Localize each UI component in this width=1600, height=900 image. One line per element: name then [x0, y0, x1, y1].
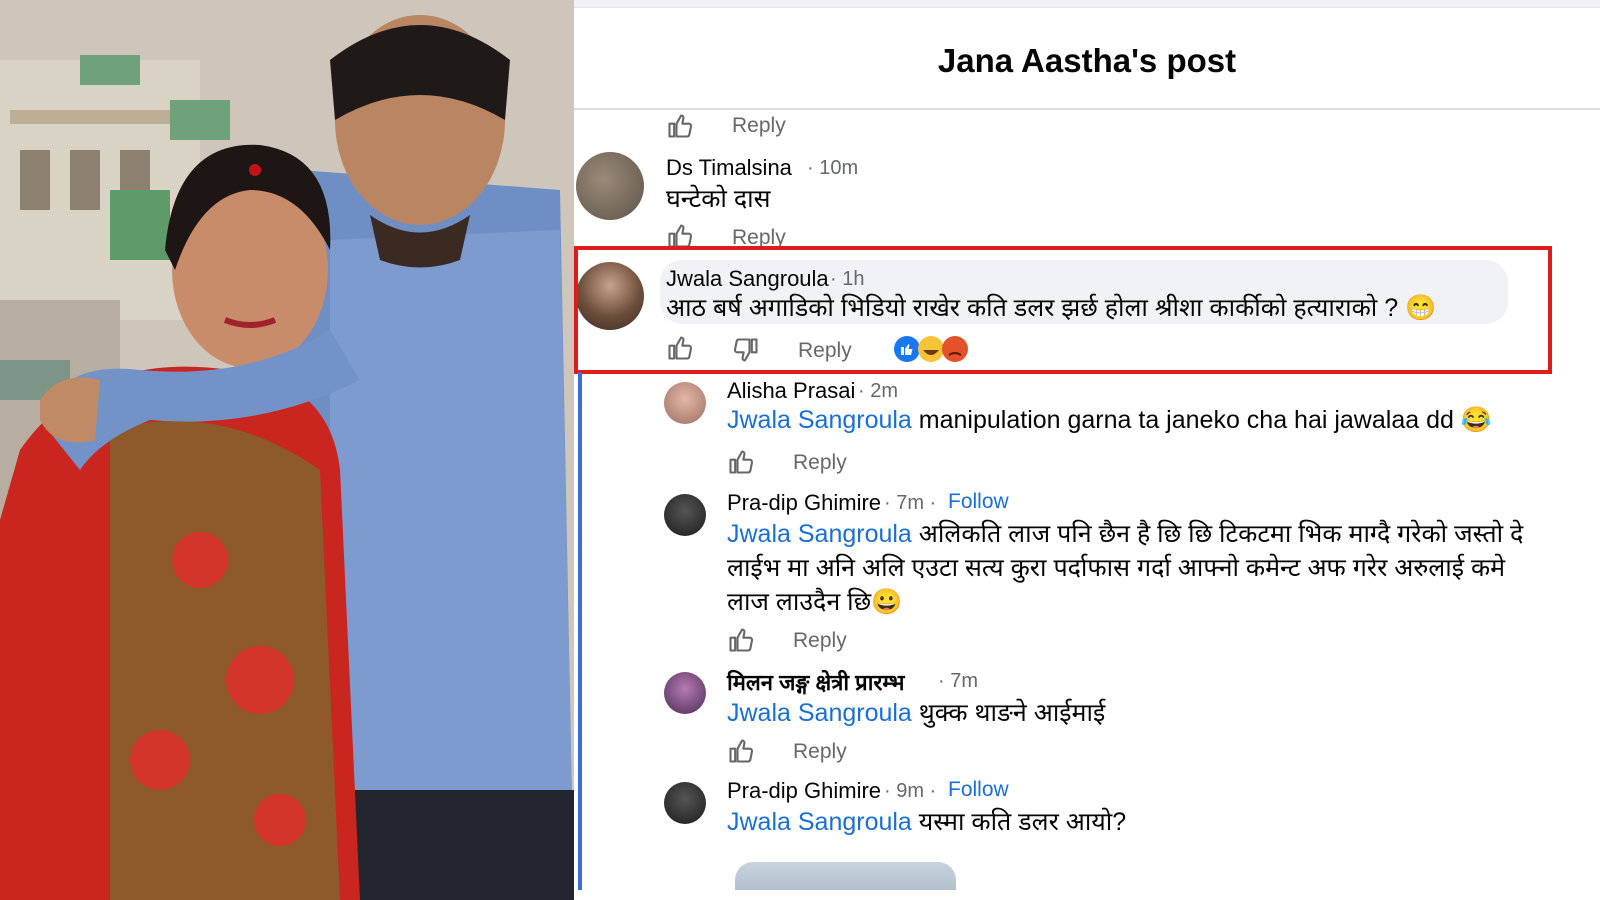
like-icon[interactable] [666, 112, 694, 140]
comment-time[interactable]: · 9m · [884, 780, 936, 803]
commenter-name[interactable]: Ds Timalsina [666, 155, 792, 181]
commenter-name[interactable]: मिलन जङ्ग क्षेत्री प्रारम्भ [727, 667, 904, 697]
mention-link[interactable]: Jwala Sangroula [727, 808, 912, 836]
follow-button[interactable]: Follow [948, 778, 1009, 802]
mention-link[interactable]: Jwala Sangroula [727, 520, 912, 548]
comment-text-body: अलिकति लाज पनि छैन है छि छि टिकटमा भिक म… [911, 520, 1524, 548]
avatar[interactable] [664, 782, 706, 824]
like-icon[interactable] [727, 737, 755, 765]
mention-link[interactable]: Jwala Sangroula [727, 699, 912, 727]
avatar[interactable] [576, 152, 644, 220]
screenshot-root: Jana Aastha's post Reply Ds Timalsina · … [0, 0, 1600, 900]
reply-button[interactable]: Reply [793, 451, 847, 475]
post-comments-panel: Jana Aastha's post Reply Ds Timalsina · … [574, 0, 1600, 900]
avatar[interactable] [664, 494, 706, 536]
comment-text: Jwala Sangroula manipulation garna ta ja… [727, 406, 1492, 435]
comment-text: Jwala Sangroula थुक्क थाङने आईमाई [727, 695, 1105, 729]
smile-emoji-icon: 😀 [871, 588, 903, 616]
bottom-edge [574, 890, 1600, 900]
comment-text-line: Jwala Sangroula अलिकति लाज पनि छैन है छि… [727, 516, 1523, 550]
thread-line [578, 372, 582, 900]
reply-button[interactable]: Reply [732, 114, 786, 138]
comment-text-body: लाज लाउदैन छि [727, 588, 872, 616]
commenter-name[interactable]: Pra-dip Ghimire [727, 778, 881, 804]
comment-time[interactable]: · 10m [807, 157, 858, 180]
comment-text-body: manipulation garna ta janeko cha hai jaw… [911, 406, 1454, 434]
mention-link[interactable]: Jwala Sangroula [727, 406, 912, 434]
reply-button[interactable]: Reply [793, 629, 847, 653]
avatar[interactable] [664, 672, 706, 714]
commenter-name[interactable]: Pra-dip Ghimire [727, 490, 881, 516]
comment-time[interactable]: · 7m · [884, 492, 936, 515]
comment-text-line: लाईभ मा अनि अलि एउटा सत्य कुरा पर्दाफास … [727, 554, 1506, 582]
comment-text-body: यस्मा कति डलर आयो? [911, 808, 1127, 836]
couple-photo [0, 0, 574, 900]
commenter-name[interactable]: Alisha Prasai [727, 378, 855, 404]
follow-button[interactable]: Follow [948, 490, 1009, 514]
post-title: Jana Aastha's post [937, 42, 1237, 79]
like-icon[interactable] [727, 448, 755, 476]
laugh-emoji-icon: 😂 [1460, 406, 1492, 434]
comment-text: घन्टेको दास [666, 185, 771, 213]
comment-time[interactable]: · 2m [858, 380, 898, 403]
reply-button[interactable]: Reply [793, 740, 847, 764]
comment-text-line: लाज लाउदैन छि😀 [727, 584, 902, 618]
comment-time[interactable]: · 7m [938, 670, 978, 693]
highlight-box [574, 246, 1552, 374]
comment-text: Jwala Sangroula यस्मा कति डलर आयो? [727, 804, 1126, 838]
post-header: Jana Aastha's post [574, 8, 1600, 110]
top-toolbar-strip [574, 0, 1600, 8]
comment-text-body: थुक्क थाङने आईमाई [911, 699, 1106, 727]
avatar[interactable] [664, 382, 706, 424]
like-icon[interactable] [727, 626, 755, 654]
